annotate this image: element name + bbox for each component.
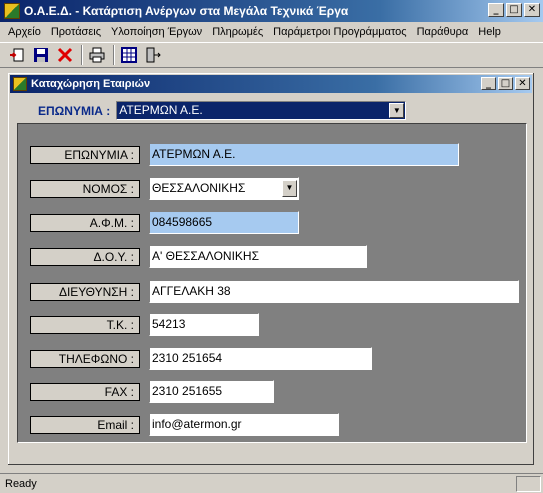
- label-email: Email :: [30, 416, 140, 434]
- close-button[interactable]: ✕: [524, 3, 540, 17]
- label-prefecture: ΝΟΜΟΣ :: [30, 180, 140, 198]
- exit-icon[interactable]: [142, 44, 164, 66]
- new-record-icon[interactable]: [6, 44, 28, 66]
- menu-windows[interactable]: Παράθυρα: [413, 26, 475, 38]
- grid-icon[interactable]: [118, 44, 140, 66]
- chevron-down-icon[interactable]: ▼: [282, 180, 297, 197]
- email-field[interactable]: info@atermon.gr: [149, 413, 339, 436]
- prefecture-select[interactable]: ΘΕΣΣΑΛΟΝΙΚΗΣ ▼: [149, 177, 299, 200]
- print-icon[interactable]: [86, 44, 108, 66]
- menu-payments[interactable]: Πληρωμές: [208, 26, 269, 38]
- company-selector-label: ΕΠΩΝΥΜΙΑ :: [38, 103, 111, 118]
- child-titlebar: Καταχώρηση Εταιριών _ □ ✕: [10, 75, 532, 93]
- menu-help[interactable]: Help: [474, 26, 507, 38]
- label-afm: Α.Φ.Μ. :: [30, 214, 140, 232]
- label-tax-office: Δ.Ο.Υ. :: [30, 248, 140, 266]
- label-company-name: ΕΠΩΝΥΜΙΑ :: [30, 146, 140, 164]
- label-address: ΔΙΕΥΘΥΝΣΗ :: [30, 283, 140, 301]
- app-icon: [4, 3, 20, 19]
- app-window-buttons: _ □ ✕: [486, 3, 540, 17]
- app-title: Ο.Α.Ε.Δ. - Κατάρτιση Ανέργων στα Μεγάλα …: [24, 4, 349, 18]
- menubar: Αρχείο Προτάσεις Υλοποίηση Έργων Πληρωμέ…: [0, 22, 543, 42]
- app-titlebar: Ο.Α.Ε.Δ. - Κατάρτιση Ανέργων στα Μεγάλα …: [0, 0, 543, 22]
- menu-proposals[interactable]: Προτάσεις: [47, 26, 107, 38]
- chevron-down-icon[interactable]: ▼: [389, 103, 405, 118]
- statusbar: Ready: [0, 473, 543, 493]
- prefecture-value: ΘΕΣΣΑΛΟΝΙΚΗΣ: [152, 181, 246, 195]
- toolbar-separator: [81, 45, 83, 65]
- child-window-title: Καταχώρηση Εταιριών: [31, 78, 151, 90]
- minimize-button[interactable]: _: [488, 3, 504, 17]
- child-window-icon: [13, 77, 27, 91]
- tax-office-field[interactable]: Α' ΘΕΣΣΑΛΟΝΙΚΗΣ: [149, 245, 367, 268]
- postal-code-field[interactable]: 54213: [149, 313, 259, 336]
- child-close-button[interactable]: ✕: [515, 77, 530, 90]
- maximize-button[interactable]: □: [506, 3, 522, 17]
- label-postal-code: Τ.Κ. :: [30, 316, 140, 334]
- menu-file[interactable]: Αρχείο: [4, 26, 47, 38]
- afm-field[interactable]: 084598665: [149, 211, 299, 234]
- child-minimize-button[interactable]: _: [481, 77, 496, 90]
- save-icon[interactable]: [30, 44, 52, 66]
- company-selector-combo[interactable]: ΑΤΕΡΜΩΝ Α.Ε. ▼: [116, 101, 407, 120]
- address-field[interactable]: ΑΓΓΕΛΑΚΗ 38: [149, 280, 519, 303]
- menu-project-implementation[interactable]: Υλοποίηση Έργων: [107, 26, 208, 38]
- menu-program-parameters[interactable]: Παράμετροι Προγράμματος: [269, 26, 412, 38]
- status-panel: [516, 476, 541, 492]
- fax-field[interactable]: 2310 251655: [149, 380, 274, 403]
- child-window-buttons: _ □ ✕: [479, 77, 530, 90]
- delete-icon[interactable]: [54, 44, 76, 66]
- child-maximize-button[interactable]: □: [498, 77, 513, 90]
- toolbar: [0, 42, 543, 68]
- child-window: Καταχώρηση Εταιριών _ □ ✕ ΕΠΩΝΥΜΙΑ : ΑΤΕ…: [7, 72, 535, 466]
- label-fax: FAX :: [30, 383, 140, 401]
- phone-field[interactable]: 2310 251654: [149, 347, 372, 370]
- toolbar-separator: [113, 45, 115, 65]
- label-phone: ΤΗΛΕΦΩΝΟ :: [30, 350, 140, 368]
- company-form: ΕΠΩΝΥΜΙΑ : ΑΤΕΡΜΩΝ Α.Ε. ΝΟΜΟΣ : ΘΕΣΣΑΛΟΝ…: [17, 123, 527, 443]
- company-name-field[interactable]: ΑΤΕΡΜΩΝ Α.Ε.: [149, 143, 459, 166]
- company-selector-row: ΕΠΩΝΥΜΙΑ : ΑΤΕΡΜΩΝ Α.Ε. ▼: [38, 101, 407, 120]
- status-text: Ready: [5, 477, 37, 490]
- company-selector-value: ΑΤΕΡΜΩΝ Α.Ε.: [119, 103, 203, 117]
